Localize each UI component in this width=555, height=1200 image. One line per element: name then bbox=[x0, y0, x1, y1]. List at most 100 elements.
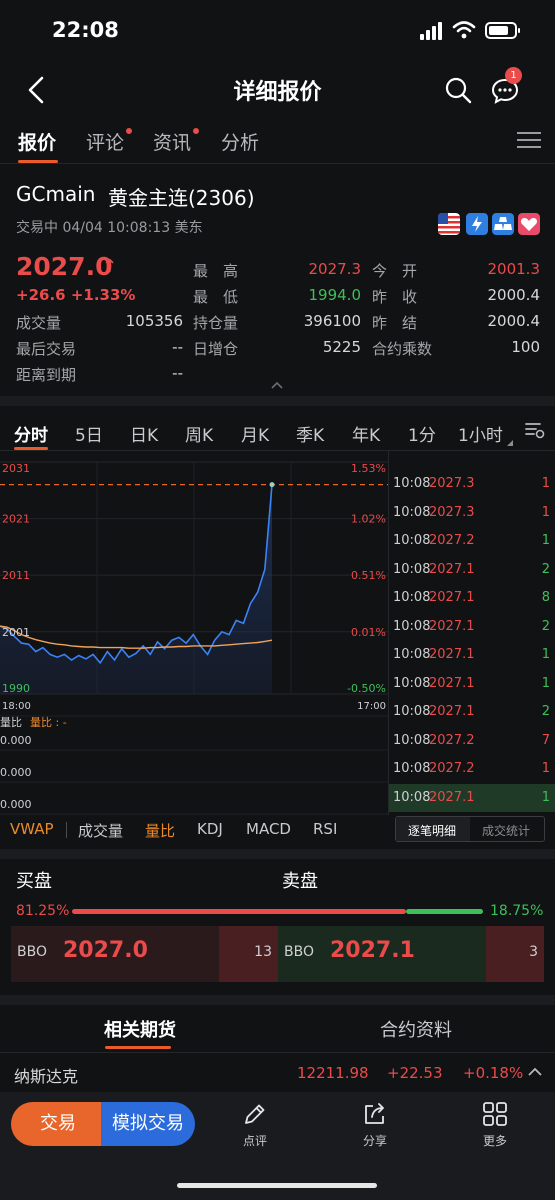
volume-tick: 0.000 bbox=[0, 798, 32, 811]
ticker-time: 10:08 bbox=[393, 647, 431, 662]
wifi-icon bbox=[452, 21, 476, 39]
related-change: +22.53 bbox=[387, 1064, 443, 1082]
related-futures-row[interactable]: 纳斯达克 12211.98 +22.53 +0.18% bbox=[0, 1052, 555, 1092]
flash-icon[interactable] bbox=[466, 213, 488, 235]
chart-tab-1hour[interactable]: 1小时 bbox=[458, 421, 503, 446]
price-up-icon: ↑ bbox=[102, 256, 118, 277]
ticker-price: 2027.2 bbox=[429, 732, 475, 748]
share-icon bbox=[365, 1103, 384, 1124]
simulated-trade-button[interactable]: 模拟交易 bbox=[101, 1102, 195, 1146]
indicator-tab-vwap[interactable]: VWAP bbox=[10, 820, 54, 838]
chart-tab-intraday[interactable]: 分时 bbox=[14, 421, 48, 446]
related-name: 纳斯达克 bbox=[14, 1067, 79, 1086]
share-nav-item[interactable]: 分享 bbox=[345, 1100, 405, 1149]
related-price: 12211.98 bbox=[297, 1064, 369, 1082]
chart-tab-monthly[interactable]: 月K bbox=[241, 421, 269, 446]
tab-contract-info[interactable]: 合约资料 bbox=[380, 1016, 452, 1042]
expiry-value: -- bbox=[172, 364, 183, 382]
trade-button[interactable]: 交易 bbox=[11, 1102, 105, 1146]
volume-label: 成交量 bbox=[16, 314, 62, 332]
ask-quantity: 3 bbox=[529, 944, 538, 960]
ticker-volume: 1 bbox=[541, 647, 550, 662]
ticker-row: 10:08 2027.3 1 bbox=[389, 470, 555, 498]
buy-ratio-bar bbox=[72, 909, 406, 914]
share-nav-label: 分享 bbox=[362, 1134, 387, 1148]
indicator-tab-volume-ratio[interactable]: 量比 bbox=[145, 820, 175, 841]
ticker-row-partial bbox=[389, 450, 555, 466]
ticker-price: 2027.2 bbox=[429, 761, 475, 776]
tab-quote[interactable]: 报价 bbox=[18, 128, 56, 155]
last-price: 2027.0 bbox=[16, 252, 113, 281]
tab-related-futures[interactable]: 相关期货 bbox=[104, 1016, 176, 1042]
sell-side-label: 卖盘 bbox=[282, 871, 318, 892]
open-interest-label: 持仓量 bbox=[193, 314, 239, 332]
ticker-tab-detail[interactable]: 逐笔明细 bbox=[408, 822, 456, 839]
more-nav-label: 更多 bbox=[482, 1134, 507, 1148]
ticker-tab-stats[interactable]: 成交统计 bbox=[482, 822, 530, 839]
ticker-price: 2027.1 bbox=[429, 675, 475, 691]
message-badge: 1 bbox=[505, 67, 522, 84]
ticker-volume: 2 bbox=[541, 618, 550, 634]
ticker-row: 10:08 2027.3 1 bbox=[389, 499, 555, 527]
sell-percentage: 18.75% bbox=[490, 903, 544, 919]
tab-news[interactable]: 资讯 bbox=[153, 128, 200, 155]
chart-tab-1min[interactable]: 1分 bbox=[408, 421, 436, 446]
symbol-code: GCmain bbox=[16, 182, 96, 206]
collapse-caret-icon[interactable] bbox=[270, 380, 284, 390]
ticker-price: 2027.1 bbox=[429, 590, 475, 605]
ticker-price: 2027.2 bbox=[429, 533, 475, 548]
tab-analysis[interactable]: 分析 bbox=[221, 128, 259, 155]
ticker-row: 10:08 2027.2 1 bbox=[389, 527, 555, 555]
favorite-heart-icon[interactable] bbox=[518, 213, 540, 235]
trade-ticker[interactable]: 10:08 2027.3 1 10:08 2027.3 1 10:08 2027.2 1 10:0… bbox=[388, 450, 555, 815]
chart-tab-5day[interactable]: 5日 bbox=[75, 421, 103, 446]
ticker-volume: 8 bbox=[541, 590, 550, 605]
volume-tick: 0.000 bbox=[0, 766, 32, 779]
ticker-volume: 1 bbox=[541, 675, 550, 691]
ask-row[interactable]: BBO 2027.1 3 bbox=[278, 926, 544, 982]
gold-bars-icon[interactable] bbox=[492, 213, 514, 235]
indicator-tab-rsi[interactable]: RSI bbox=[313, 820, 337, 838]
ticker-price: 2027.1 bbox=[429, 618, 475, 634]
chart-tab-quarterly[interactable]: 季K bbox=[296, 421, 324, 446]
chart-tab-yearly[interactable]: 年K bbox=[352, 421, 380, 446]
ticker-volume: 2 bbox=[541, 704, 550, 719]
volume-value: 105356 bbox=[125, 312, 183, 330]
high-label: 最 高 bbox=[193, 262, 239, 280]
open-interest-value: 396100 bbox=[303, 312, 361, 330]
chart-tab-daily[interactable]: 日K bbox=[130, 421, 158, 446]
bid-row[interactable]: BBO 2027.0 13 bbox=[11, 926, 278, 982]
chart-tab-weekly[interactable]: 周K bbox=[185, 421, 213, 446]
section-divider bbox=[0, 995, 555, 1005]
price-area bbox=[0, 484, 272, 694]
us-flag-icon bbox=[438, 213, 460, 235]
ticker-row: 10:08 2027.2 7 bbox=[389, 727, 555, 755]
expiry-label: 距离到期 bbox=[16, 366, 77, 384]
menu-icon[interactable] bbox=[517, 130, 541, 150]
ticker-volume: 1 bbox=[541, 789, 550, 805]
tab-comments[interactable]: 评论 bbox=[86, 128, 133, 155]
multiplier-value: 100 bbox=[511, 338, 540, 356]
ticker-volume: 1 bbox=[541, 476, 550, 491]
ticker-time: 10:08 bbox=[393, 761, 431, 776]
ticker-volume: 1 bbox=[541, 533, 550, 548]
last-trade-value: -- bbox=[172, 338, 183, 356]
price-change: +26.6 +1.33% bbox=[16, 286, 136, 304]
ticker-row: 10:08 2027.1 8 bbox=[389, 584, 555, 612]
prev-settle-label: 昨 结 bbox=[372, 314, 418, 332]
bid-tag: BBO bbox=[17, 944, 47, 960]
comment-nav-item[interactable]: 点评 bbox=[225, 1100, 285, 1149]
indicator-tab-macd[interactable]: MACD bbox=[246, 820, 291, 838]
prev-close-label: 昨 收 bbox=[372, 288, 418, 306]
status-time: 22:08 bbox=[52, 18, 119, 42]
chevron-up-icon[interactable] bbox=[527, 1066, 543, 1078]
intraday-chart[interactable]: 2031 2021 2011 2001 1990 1.53% 1.02% 0.51% 0.01… bbox=[0, 454, 388, 849]
ticker-price: 2027.1 bbox=[429, 561, 475, 577]
search-button[interactable] bbox=[444, 76, 472, 104]
more-nav-item[interactable]: 更多 bbox=[465, 1100, 525, 1149]
ask-price: 2027.1 bbox=[330, 938, 415, 963]
prev-settle-value: 2000.4 bbox=[487, 312, 541, 330]
indicator-tab-volume[interactable]: 成交量 bbox=[78, 820, 123, 841]
indicator-tab-kdj[interactable]: KDJ bbox=[197, 820, 223, 838]
chart-settings-icon[interactable] bbox=[524, 419, 546, 441]
